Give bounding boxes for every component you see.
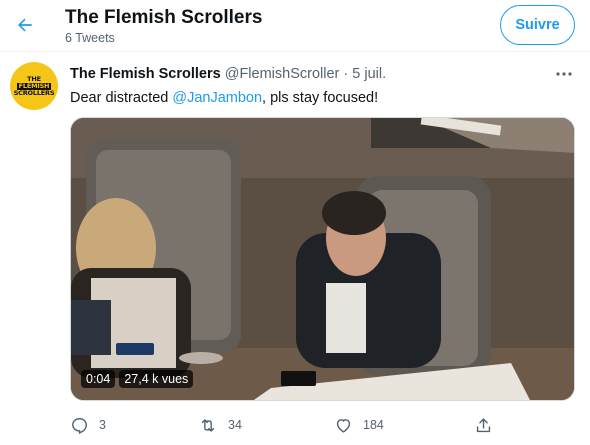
more-icon	[556, 72, 572, 76]
page-title: The Flemish Scrollers	[65, 7, 263, 28]
back-button[interactable]	[10, 10, 40, 40]
video-duration: 0:04	[81, 370, 116, 388]
author-name[interactable]: The Flemish Scrollers	[70, 66, 221, 82]
video-frame	[71, 118, 574, 400]
video-player[interactable]: 0:04 27,4 k vues	[70, 117, 575, 401]
share-icon	[476, 417, 491, 432]
retweet-icon	[201, 418, 215, 432]
meta-separator: ·	[343, 66, 349, 82]
reply-count: 3	[99, 418, 106, 432]
mention-link[interactable]: @JanJambon	[172, 90, 262, 106]
retweet-count: 34	[228, 418, 242, 432]
tweet-text: Dear distracted @JanJambon, pls stay foc…	[70, 90, 378, 106]
tweet-count: 6 Tweets	[65, 31, 115, 45]
tweet-actions: 3 34 184	[70, 414, 500, 436]
author-handle[interactable]: @FlemishScroller	[225, 66, 340, 82]
follow-button[interactable]: Suivre	[500, 5, 575, 45]
tweet-text-start: Dear distracted	[70, 90, 173, 106]
arrow-left-icon	[18, 18, 32, 32]
avatar-logo-text: SCROLLERS	[13, 88, 55, 97]
tweet-text-end: , pls stay focused!	[262, 90, 379, 106]
video-views: 27,4 k vues	[119, 370, 194, 388]
reply-icon	[72, 417, 87, 434]
video-overlay: 0:04 27,4 k vues	[81, 370, 194, 388]
share-button[interactable]	[474, 414, 493, 436]
reply-button[interactable]: 3	[70, 414, 106, 436]
profile-header: The Flemish Scrollers 6 Tweets Suivre	[0, 0, 590, 52]
avatar[interactable]: THE FLEMISH SCROLLERS	[10, 62, 58, 110]
more-options-button[interactable]	[552, 64, 576, 84]
tweet-date[interactable]: 5 juil.	[352, 66, 386, 82]
retweet-button[interactable]: 34	[198, 414, 242, 436]
tweet-header: The Flemish Scrollers @FlemishScroller ·…	[70, 66, 386, 82]
like-count: 184	[363, 418, 384, 432]
heart-icon	[336, 418, 351, 433]
like-button[interactable]: 184	[334, 414, 384, 436]
